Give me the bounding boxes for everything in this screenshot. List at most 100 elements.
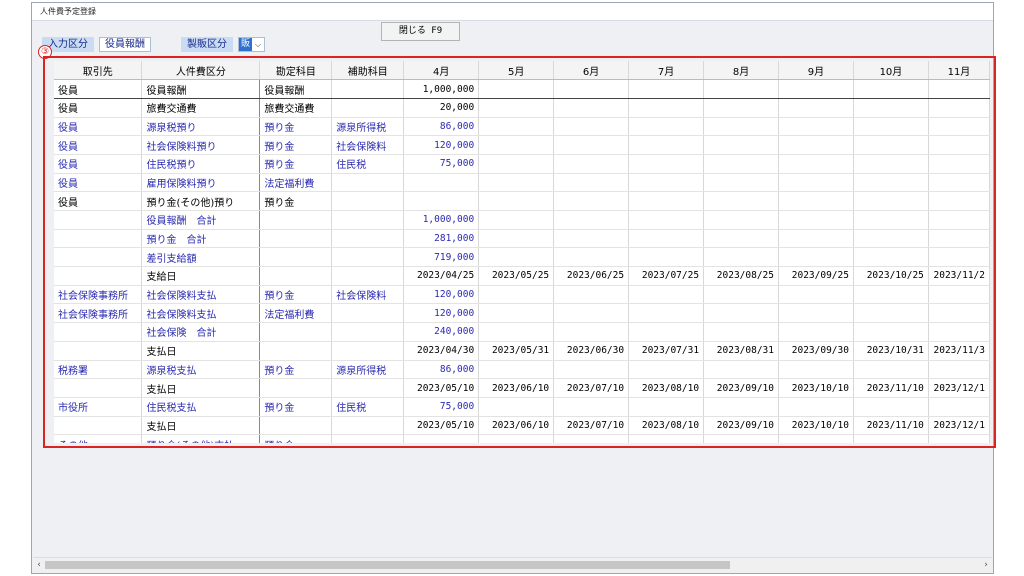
table-cell[interactable]: 86,000 <box>403 360 480 380</box>
table-cell[interactable]: 86,000 <box>403 117 480 137</box>
table-cell[interactable]: 2023/11/3 <box>928 341 990 361</box>
table-cell[interactable]: 税務署 <box>54 360 143 380</box>
table-cell[interactable] <box>478 117 555 137</box>
table-cell[interactable]: 2023/04/25 <box>403 266 480 286</box>
table-cell[interactable]: 2023/10/25 <box>853 266 929 286</box>
table-cell[interactable] <box>331 210 405 230</box>
column-header[interactable]: 11月 <box>928 61 990 81</box>
table-cell[interactable]: 2023/08/10 <box>628 416 705 436</box>
table-cell[interactable] <box>778 98 854 118</box>
table-row[interactable]: 税務署 源泉税支払 預り金 源泉所得税 86,000 <box>54 360 990 380</box>
table-cell[interactable] <box>628 397 705 417</box>
table-cell[interactable] <box>628 247 705 268</box>
table-cell[interactable] <box>553 434 630 443</box>
table-cell[interactable]: 役員 <box>54 173 143 193</box>
table-cell[interactable]: 2023/05/31 <box>478 341 555 361</box>
table-row[interactable]: 役員 旅費交通費 旅費交通費 20,000 <box>54 98 990 118</box>
table-row[interactable]: 支払日 2023/05/10 2023/06/10 2023/07/10 2023/08… <box>54 416 990 436</box>
table-cell[interactable]: 預り金 合計 <box>141 229 261 249</box>
table-cell[interactable] <box>778 117 854 137</box>
table-cell[interactable] <box>628 434 705 443</box>
table-cell[interactable]: 2023/12/1 <box>928 416 990 436</box>
table-cell[interactable] <box>853 117 929 137</box>
table-cell[interactable] <box>703 434 779 443</box>
table-cell[interactable] <box>331 79 405 99</box>
table-cell[interactable]: 719,000 <box>403 247 480 268</box>
table-cell[interactable]: 役員 <box>54 191 143 211</box>
table-cell[interactable]: 預り金(その他)預り <box>141 191 261 211</box>
table-cell[interactable] <box>628 285 705 305</box>
table-cell[interactable] <box>331 191 405 211</box>
table-row[interactable]: 役員報酬 合計 1,000,000 <box>54 210 990 230</box>
production-sales-select[interactable]: 販 ⌵ <box>238 37 266 52</box>
table-row[interactable]: 役員 源泉税預り 預り金 源泉所得税 86,000 <box>54 117 990 137</box>
column-header[interactable]: 人件費区分 <box>141 61 261 81</box>
table-cell[interactable] <box>331 229 405 249</box>
table-cell[interactable]: 2023/06/10 <box>478 416 555 436</box>
table-row[interactable]: 差引支給額 719,000 <box>54 247 990 268</box>
table-cell[interactable] <box>928 434 990 443</box>
table-cell[interactable] <box>928 154 990 174</box>
table-cell[interactable] <box>778 191 854 211</box>
table-cell[interactable]: 支払日 <box>141 416 261 436</box>
table-cell[interactable] <box>703 247 779 268</box>
table-cell[interactable] <box>778 434 854 443</box>
table-cell[interactable] <box>331 98 405 118</box>
table-cell[interactable]: 2023/12/1 <box>928 378 990 398</box>
table-cell[interactable] <box>703 229 779 249</box>
table-cell[interactable] <box>54 341 143 361</box>
table-cell[interactable] <box>703 79 779 99</box>
table-cell[interactable]: 1,000,000 <box>403 79 480 99</box>
table-cell[interactable] <box>54 247 143 268</box>
table-cell[interactable] <box>853 303 929 324</box>
table-row[interactable]: 支給日 2023/04/25 2023/05/25 2023/06/25 2023/07… <box>54 266 990 286</box>
table-cell[interactable]: 2023/10/31 <box>853 341 929 361</box>
table-cell[interactable] <box>553 397 630 417</box>
table-cell[interactable] <box>628 303 705 324</box>
table-cell[interactable] <box>478 135 555 155</box>
schedule-grid[interactable]: 取引先 人件費区分 勘定科目 補助科目 4月 5月 6月 7月 8月 9月 10月 11月 役員 役員報… <box>54 61 990 443</box>
table-cell[interactable] <box>928 79 990 99</box>
table-cell[interactable] <box>853 135 929 155</box>
table-cell[interactable] <box>478 79 555 99</box>
column-header[interactable]: 補助科目 <box>331 61 405 81</box>
scrollbar-thumb[interactable] <box>45 561 730 569</box>
table-cell[interactable]: 75,000 <box>403 397 480 417</box>
table-cell[interactable] <box>259 210 333 230</box>
column-header[interactable]: 8月 <box>703 61 779 81</box>
table-cell[interactable]: 社会保険事務所 <box>54 285 143 305</box>
table-cell[interactable]: 預り金 <box>259 397 333 417</box>
table-cell[interactable] <box>259 266 333 286</box>
column-header[interactable]: 6月 <box>553 61 630 81</box>
table-cell[interactable] <box>778 154 854 174</box>
table-cell[interactable] <box>928 303 990 324</box>
table-cell[interactable] <box>703 322 779 342</box>
table-cell[interactable]: 2023/07/10 <box>553 416 630 436</box>
table-cell[interactable] <box>478 247 555 268</box>
table-cell[interactable] <box>853 154 929 174</box>
table-cell[interactable]: 住民税預り <box>141 154 261 174</box>
table-cell[interactable]: 2023/07/25 <box>628 266 705 286</box>
table-cell[interactable] <box>853 210 929 230</box>
table-cell[interactable] <box>703 210 779 230</box>
table-row[interactable]: 社会保険事務所 社会保険料支払 預り金 社会保険料 120,000 <box>54 285 990 305</box>
table-cell[interactable] <box>331 247 405 268</box>
table-row[interactable]: 役員 預り金(その他)預り 預り金 <box>54 191 990 211</box>
table-cell[interactable] <box>628 117 705 137</box>
table-cell[interactable] <box>478 285 555 305</box>
table-cell[interactable] <box>928 322 990 342</box>
table-cell[interactable] <box>54 416 143 436</box>
column-header[interactable]: 10月 <box>853 61 929 81</box>
table-cell[interactable] <box>478 303 555 324</box>
table-cell[interactable]: 2023/11/10 <box>853 378 929 398</box>
table-cell[interactable] <box>628 322 705 342</box>
table-cell[interactable] <box>331 322 405 342</box>
table-cell[interactable]: 2023/06/25 <box>553 266 630 286</box>
table-cell[interactable] <box>259 229 333 249</box>
table-row[interactable]: 役員 社会保険料預り 預り金 社会保険料 120,000 <box>54 135 990 155</box>
table-cell[interactable] <box>553 360 630 380</box>
table-cell[interactable] <box>553 117 630 137</box>
table-cell[interactable] <box>331 434 405 443</box>
column-header[interactable]: 9月 <box>778 61 854 81</box>
table-cell[interactable] <box>778 247 854 268</box>
